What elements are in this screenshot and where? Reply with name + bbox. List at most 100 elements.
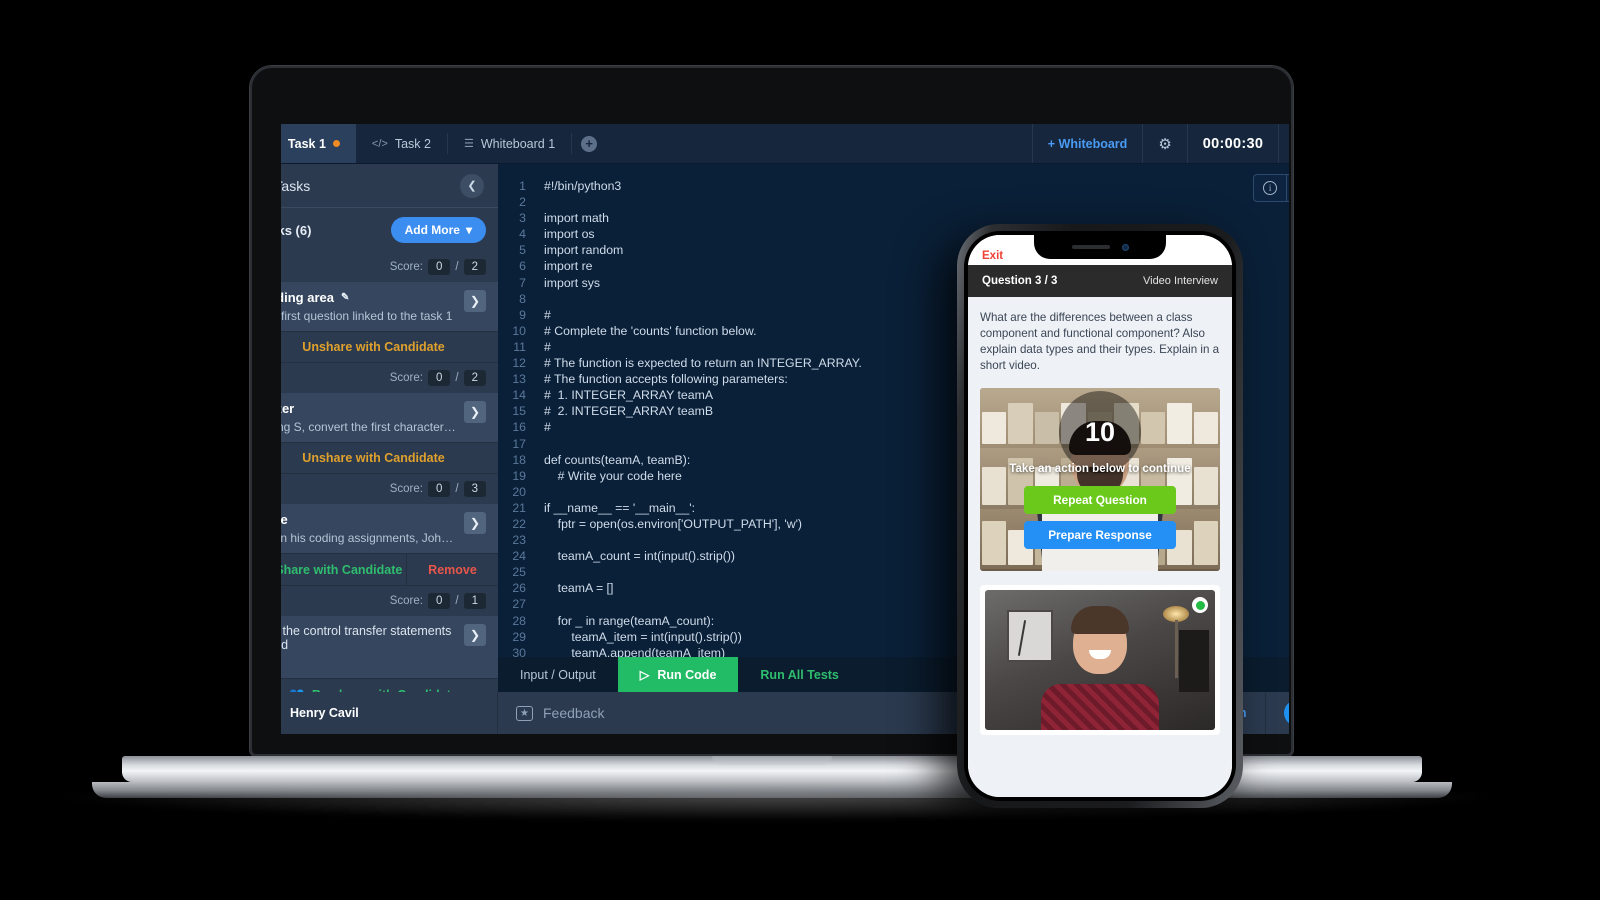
support-button[interactable]: Supp (1266, 692, 1289, 734)
task-title-row: coding area ✎ (281, 290, 456, 305)
screenshot-stage: </> Task 1 </> Task 2 ☰ Whiteboard 1 (0, 0, 1600, 900)
share-with-candidate-label: Share with Candidate (281, 562, 403, 577)
language-selector[interactable]: i Python (1253, 174, 1289, 202)
task-card-texts: alizer string S, convert the first chara… (281, 401, 456, 434)
code-text: def counts(teamA, teamB): (544, 452, 691, 467)
add-tab-button[interactable]: + (572, 124, 606, 163)
user-name: Henry Cavil (290, 706, 359, 720)
score-separator: / (455, 372, 459, 384)
task-card[interactable]: Score: 0 / 2 coding area ✎ (281, 252, 498, 363)
tab-task-2[interactable]: </> Task 2 (356, 124, 447, 163)
unshare-with-candidate-button[interactable]: Unshare with Candidate (281, 332, 498, 362)
line-number: 21 (512, 500, 526, 515)
tab-bar: </> Task 1 </> Task 2 ☰ Whiteboard 1 (281, 124, 1289, 164)
self-video-feed[interactable] (985, 590, 1215, 730)
open-task-button[interactable]: ❯ (464, 290, 486, 312)
collapse-sidebar-button[interactable]: ❮ (460, 173, 484, 198)
chevron-down-icon: ▾ (465, 223, 472, 237)
line-number: 9 (519, 307, 526, 322)
settings-button[interactable]: ⚙ (1142, 124, 1186, 163)
sidebar-section-header: asks (6) Add More ▾ (281, 208, 498, 252)
candidate-body (1041, 684, 1159, 730)
task-card[interactable]: Score: 0 / 2 alizer (281, 363, 498, 474)
tab-bar-actions: + Whiteboard ⚙ 00:00:30 ☎ End In (1031, 124, 1289, 163)
code-line: 2 (498, 194, 1289, 210)
add-whiteboard-label: + Whiteboard (1047, 136, 1128, 151)
task-actions: Unshare with Candidate (281, 442, 498, 473)
sidebar-section-title: asks (6) (281, 222, 312, 238)
task-card-main[interactable]: are the control transfer statements used… (281, 616, 498, 678)
score-max: 1 (463, 593, 486, 609)
phone-body: What are the differences between a class… (968, 297, 1232, 797)
code-text: import re (544, 259, 593, 274)
prepare-response-button[interactable]: Prepare Response (1024, 521, 1176, 549)
task-title: are the control transfer statements used (281, 624, 452, 652)
sidebar-title: e Tasks (281, 177, 311, 194)
task-title-row: Sale (281, 512, 456, 527)
run-code-button[interactable]: ▷ Run Code (617, 657, 739, 692)
phone-bezel: Exit Question 3 / 3 Video Interview What… (964, 231, 1236, 801)
open-task-button[interactable]: ❯ (464, 512, 486, 534)
code-text: if __name__ == '__main__': (544, 500, 695, 515)
repeat-question-button[interactable]: Repeat Question (1024, 486, 1176, 514)
code-line: 1 #!/bin/python3 (498, 178, 1289, 194)
line-number: 8 (519, 291, 526, 306)
code-text: import os (544, 227, 595, 242)
front-camera-icon (1121, 243, 1129, 251)
add-whiteboard-button[interactable]: + Whiteboard (1031, 124, 1143, 163)
task-card-main[interactable]: Sale veen his coding assignments, John i… (281, 504, 498, 553)
line-number: 15 (512, 404, 526, 419)
code-text: import math (544, 211, 609, 226)
question-counter: Question 3 / 3 (982, 275, 1058, 287)
line-number: 13 (512, 372, 526, 387)
add-more-button[interactable]: Add More ▾ (390, 217, 486, 243)
exit-button[interactable]: Exit (982, 250, 1003, 262)
line-number: 23 (512, 533, 526, 548)
code-text: teamA_item = int(input().strip()) (544, 629, 742, 644)
line-number: 28 (512, 613, 526, 628)
task-card[interactable]: Score: 0 / 3 Sale (281, 474, 498, 586)
share-with-candidate-button[interactable]: 👥 Share with Candidate (281, 554, 406, 585)
line-number: 11 (513, 339, 526, 354)
interviewer-video-card[interactable]: 10 Take an action below to continue Repe… (980, 388, 1220, 571)
info-icon-wrap[interactable]: i (1254, 175, 1288, 201)
tab-task-1[interactable]: </> Task 1 (281, 124, 356, 163)
code-text: # Write your code here (544, 468, 682, 483)
task-actions: 👥 Share with Candidate Remove (281, 553, 498, 585)
task-card-main[interactable]: coding area ✎ the first question linked … (281, 282, 498, 331)
remove-task-button[interactable]: Remove (406, 554, 498, 585)
phone-screen: Exit Question 3 / 3 Video Interview What… (968, 235, 1232, 797)
code-text: # The function accepts following paramet… (544, 372, 788, 387)
input-output-tab[interactable]: Input / Output (498, 657, 618, 692)
open-task-button[interactable]: ❯ (464, 624, 486, 646)
end-interview-button[interactable]: ☎ End In (1278, 124, 1289, 163)
task-actions: Unshare with Candidate (281, 331, 498, 362)
tab-whiteboard-1[interactable]: ☰ Whiteboard 1 (448, 124, 571, 163)
code-text: teamA.append(teamA_item) (544, 645, 726, 657)
reshare-with-candidate-button[interactable]: 👥 Re-share with Candidate (281, 679, 498, 692)
shelf-decor (1179, 630, 1209, 692)
unshare-with-candidate-button[interactable]: Unshare with Candidate (281, 443, 498, 473)
task-card-main[interactable]: alizer string S, convert the first chara… (281, 393, 498, 442)
question-text: What are the differences between a class… (980, 311, 1220, 372)
line-number: 4 (519, 227, 526, 242)
open-task-button[interactable]: ❯ (464, 401, 486, 423)
run-all-tests-button[interactable]: Run All Tests (738, 657, 860, 692)
code-text: import sys (544, 275, 601, 290)
gear-icon: ⚙ (1158, 135, 1172, 153)
score-max: 2 (463, 259, 486, 275)
code-text: for _ in range(teamA_count): (544, 613, 715, 628)
current-user[interactable]: C Henry Cavil (281, 692, 498, 734)
task-card[interactable]: Score: 0 / 1 are the control transfer st… (281, 586, 498, 692)
line-number: 29 (512, 629, 526, 644)
book-decor (1008, 403, 1033, 445)
tasks-sidebar: e Tasks ❮ asks (6) Add More ▾ (281, 164, 498, 692)
wall-art-decor (1007, 610, 1053, 662)
task-card-texts: Sale veen his coding assignments, John i… (281, 512, 456, 545)
pencil-icon[interactable]: ✎ (341, 292, 349, 303)
score-max: 2 (463, 370, 486, 386)
book-decor (1167, 403, 1192, 445)
support-chat-icon (1283, 700, 1289, 726)
line-number: 14 (512, 388, 526, 403)
code-text: # 1. INTEGER_ARRAY teamA (544, 388, 714, 403)
